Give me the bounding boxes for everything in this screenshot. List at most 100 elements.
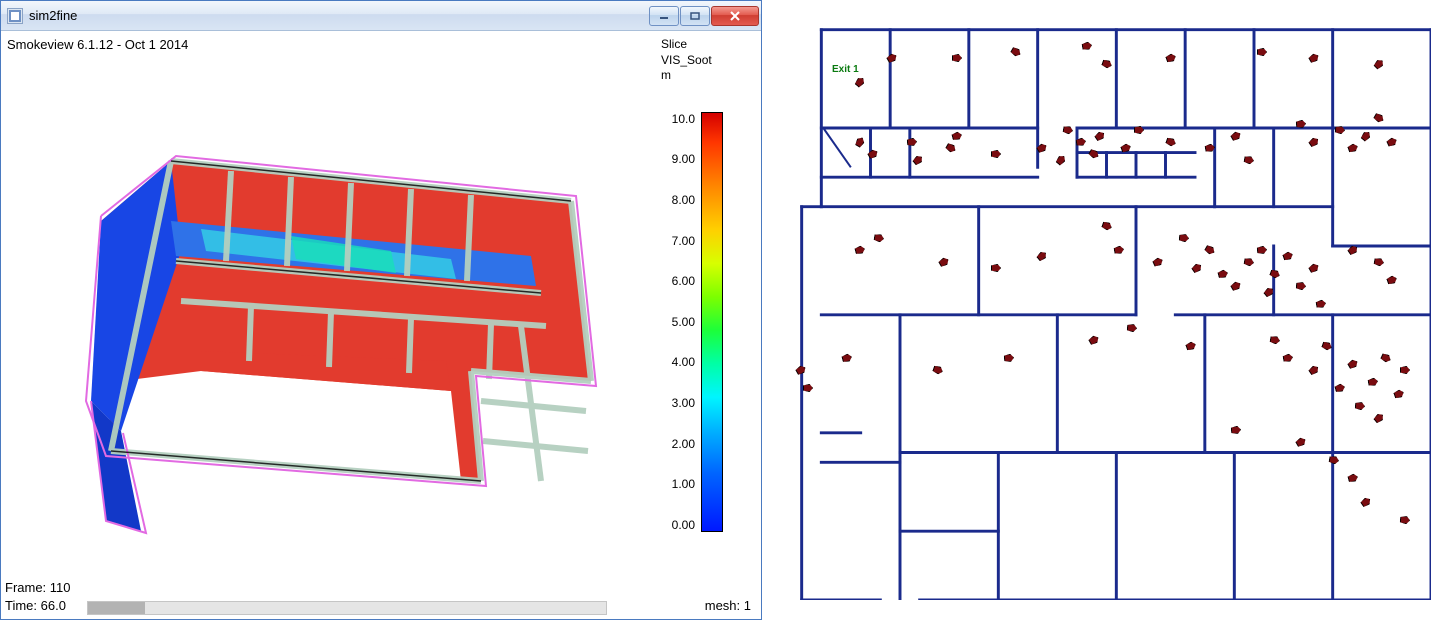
- agent-marker: [1257, 246, 1268, 255]
- agent-marker: [1354, 402, 1365, 411]
- legend: Slice VIS_Soot m 10.0 9.00 8.00 7.00 6.0…: [661, 37, 751, 532]
- agent-marker: [1400, 366, 1410, 374]
- tick: 2.00: [661, 437, 695, 451]
- agent-marker: [1328, 455, 1339, 465]
- agent-marker: [1262, 286, 1275, 299]
- maximize-icon: [690, 12, 700, 20]
- agent-marker: [1081, 41, 1092, 51]
- agent-marker: [1347, 473, 1359, 483]
- evacuation-panel: Exit 1: [762, 0, 1441, 620]
- agent-marker: [1231, 426, 1242, 435]
- agent-marker: [1347, 244, 1360, 256]
- agent-marker: [1075, 137, 1086, 147]
- agent-marker: [1127, 324, 1138, 333]
- titlebar[interactable]: sim2fine: [1, 1, 761, 31]
- agent-marker: [1244, 257, 1255, 267]
- agent-marker: [1373, 412, 1386, 425]
- agent-marker: [1035, 250, 1048, 263]
- legend-unit: m: [661, 68, 751, 84]
- agent-marker: [1386, 275, 1398, 286]
- agent-marker: [1308, 364, 1321, 376]
- agent-marker: [1035, 142, 1048, 154]
- agent-marker: [1379, 352, 1391, 363]
- agent-marker: [1004, 354, 1015, 363]
- agent-marker: [1308, 136, 1321, 148]
- agent-marker: [1321, 341, 1333, 352]
- agent-marker: [1100, 221, 1112, 232]
- agent-marker: [1217, 269, 1229, 279]
- agent-marker: [874, 233, 885, 243]
- agent-marker: [1094, 130, 1107, 142]
- agent-marker: [1334, 383, 1346, 393]
- agent-marker: [1373, 257, 1384, 267]
- agent-marker: [1373, 58, 1386, 71]
- agent-marker: [854, 245, 866, 255]
- tick: 0.00: [661, 518, 695, 532]
- tick: 7.00: [661, 234, 695, 248]
- agent-marker: [1100, 59, 1112, 70]
- agent-marker: [1165, 53, 1177, 64]
- app-icon: [7, 8, 23, 24]
- agent-marker: [1360, 130, 1373, 143]
- progress-fill: [88, 602, 145, 614]
- agent-marker: [944, 142, 957, 154]
- agent-marker: [1114, 245, 1125, 255]
- agent-marker: [1257, 48, 1267, 56]
- minimize-button[interactable]: [649, 6, 679, 26]
- agent-marker: [1134, 126, 1144, 134]
- frame-info: Frame: 110 Time: 66.0: [5, 579, 71, 615]
- smokeview-window: sim2fine Smokeview 6.1.12 - Oct 1 2014: [0, 0, 762, 620]
- agent-marker: [854, 136, 866, 149]
- agent-marker: [886, 52, 899, 64]
- agent-marker: [1009, 46, 1022, 58]
- agent-marker: [1315, 299, 1326, 309]
- close-icon: [729, 11, 741, 21]
- tick: 4.00: [661, 355, 695, 369]
- agent-marker: [1296, 282, 1307, 291]
- frame-label: Frame: 110: [5, 579, 71, 597]
- tick: 3.00: [661, 396, 695, 410]
- agent-marker: [1152, 256, 1164, 267]
- agent-marker: [1087, 148, 1100, 160]
- agent-marker: [1392, 389, 1404, 400]
- time-label: Time: 66.0: [5, 597, 71, 615]
- agent-marker: [951, 131, 963, 141]
- agent-marker: [1386, 136, 1398, 147]
- agent-marker: [841, 353, 853, 363]
- minimize-icon: [659, 12, 669, 20]
- agent-marker: [1269, 269, 1281, 280]
- agent-marker: [1120, 143, 1132, 154]
- mesh-label: mesh: 1: [705, 598, 751, 613]
- agent-marker: [1244, 155, 1255, 165]
- agent-marker: [1347, 358, 1360, 370]
- agent-marker: [1230, 130, 1243, 142]
- agent-marker: [991, 150, 1001, 158]
- agent-marker: [854, 76, 867, 89]
- visibility-slice[interactable]: [41, 101, 601, 541]
- agent-marker: [952, 54, 962, 62]
- tick: 9.00: [661, 152, 695, 166]
- agent-marker: [1230, 280, 1243, 292]
- agents-layer: [782, 10, 1431, 610]
- agent-marker: [912, 154, 925, 167]
- agent-marker: [991, 264, 1001, 272]
- agent-marker: [1373, 112, 1386, 124]
- close-button[interactable]: [711, 6, 759, 26]
- agent-marker: [803, 384, 813, 392]
- agent-marker: [1360, 496, 1373, 508]
- agent-marker: [1087, 334, 1100, 346]
- agent-marker: [1308, 262, 1321, 274]
- agent-marker: [795, 364, 808, 376]
- legend-variable: VIS_Soot: [661, 53, 751, 69]
- maximize-button[interactable]: [680, 6, 710, 26]
- agent-marker: [1347, 143, 1359, 154]
- tick: 6.00: [661, 274, 695, 288]
- agent-marker: [1283, 353, 1294, 363]
- legend-ticks: 10.0 9.00 8.00 7.00 6.00 5.00 4.00 3.00 …: [661, 112, 701, 532]
- progress-bar[interactable]: [87, 601, 607, 615]
- agent-marker: [1165, 137, 1177, 148]
- tick: 8.00: [661, 193, 695, 207]
- agent-marker: [1270, 335, 1281, 345]
- agent-marker: [1296, 120, 1307, 129]
- agent-marker: [1062, 125, 1073, 135]
